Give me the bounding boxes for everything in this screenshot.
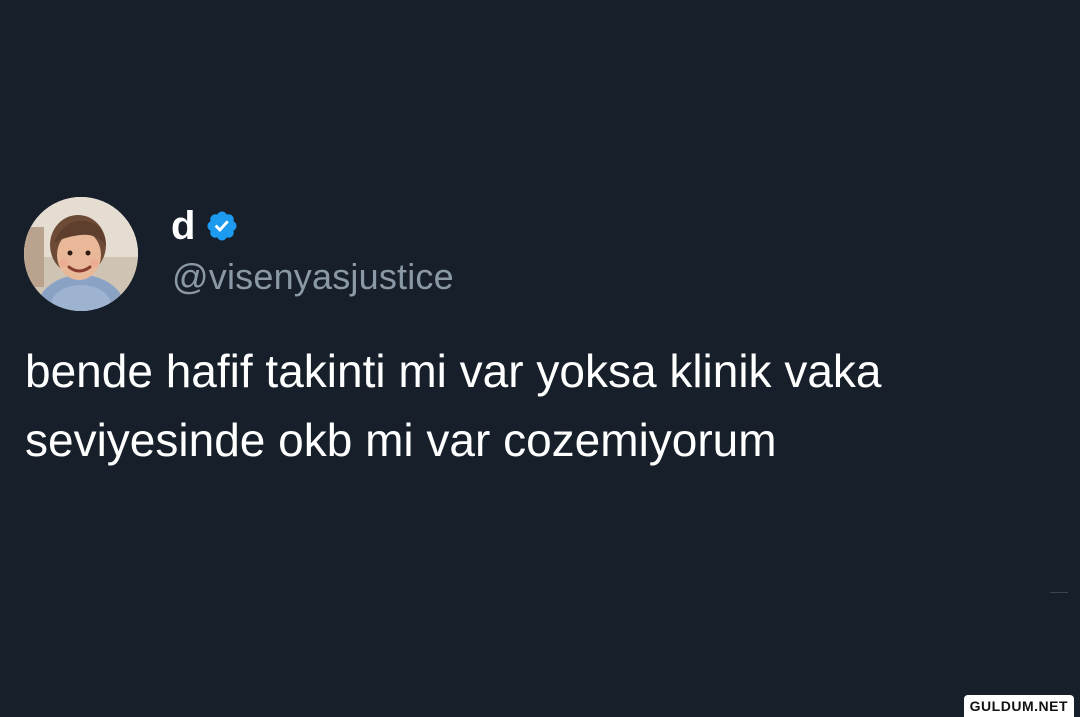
divider-mark xyxy=(1050,592,1068,593)
tweet-card: d @visenyasjustice bende hafif takinti m… xyxy=(0,0,1080,717)
site-watermark: GULDUM.NET xyxy=(963,695,1074,717)
display-name[interactable]: d xyxy=(171,201,195,251)
avatar-photo xyxy=(24,197,138,311)
author-name-row: d xyxy=(171,201,239,251)
user-handle[interactable]: @visenyasjustice xyxy=(172,255,454,299)
verified-badge-icon[interactable] xyxy=(205,209,239,243)
tweet-text: bende hafif takinti mi var yoksa klinik … xyxy=(25,345,882,466)
avatar[interactable] xyxy=(24,197,138,311)
